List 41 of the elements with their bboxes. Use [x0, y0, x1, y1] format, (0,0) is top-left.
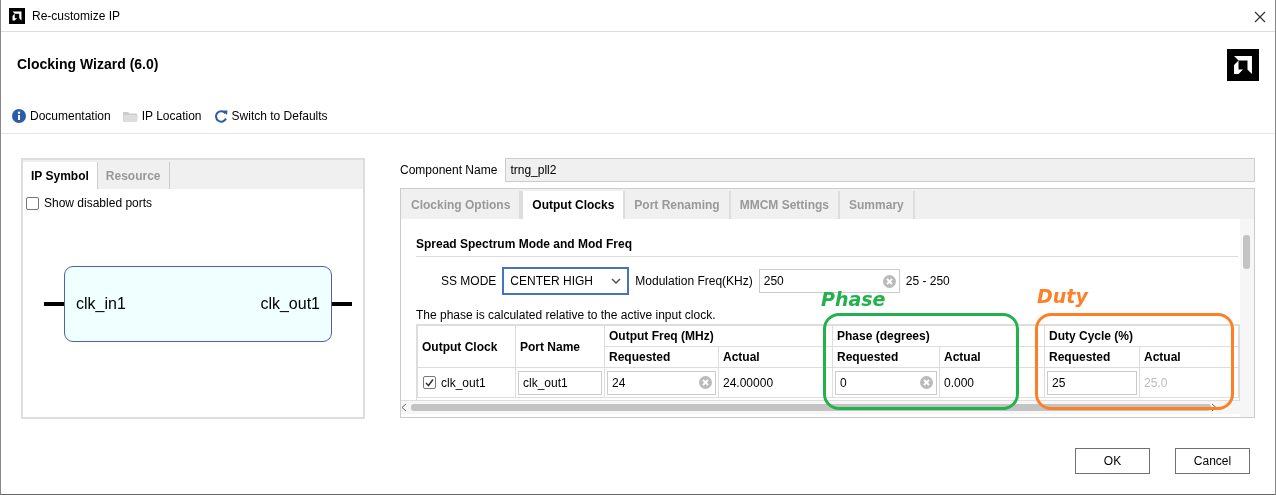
- range-label: 25 - 250: [905, 273, 950, 290]
- port-label: clk_in1: [76, 294, 126, 314]
- tab[interactable]: Output Clocks: [521, 191, 626, 219]
- port-label: clk_out1: [260, 294, 320, 314]
- annotation-label: Duty: [1037, 287, 1088, 306]
- table-cell: 24.00000: [723, 375, 774, 390]
- section-title: Spread Spectrum Mode and Mod Freq: [416, 235, 1238, 257]
- input-field[interactable]: 25: [1047, 370, 1137, 395]
- table-cell-text: clk_out1: [441, 374, 486, 392]
- column-header: Requested: [832, 346, 940, 368]
- tab[interactable]: IP Symbol: [23, 162, 98, 189]
- column-header: Actual: [718, 346, 833, 368]
- field-label: Component Name: [400, 162, 498, 179]
- dialog-button[interactable]: OK: [1075, 448, 1150, 474]
- table-cell: 25.0: [1144, 375, 1168, 390]
- input-field[interactable]: 0: [835, 370, 937, 395]
- toolbar-link[interactable]: Switch to Defaults: [213, 107, 328, 125]
- column-header: Requested: [604, 346, 719, 368]
- column-header: Port Name: [515, 325, 605, 368]
- input-field[interactable]: 24: [607, 370, 716, 395]
- input-field[interactable]: clk_out1: [518, 370, 602, 395]
- info-text: The phase is calculated relative to the active input clock.: [416, 307, 717, 324]
- column-header: Output Clock: [417, 325, 516, 368]
- mode-dropdown[interactable]: CENTER HIGH: [502, 267, 630, 295]
- toolbar-link[interactable]: Documentation: [12, 107, 111, 125]
- window-title: Re-customize IP: [32, 7, 121, 25]
- name-field[interactable]: trng_pll2: [505, 158, 1255, 182]
- column-header: Duty Cycle (%): [1044, 325, 1239, 347]
- column-header: Phase (degrees): [832, 325, 1045, 347]
- column-header: Output Freq (MHz): [604, 325, 833, 347]
- dialog-button[interactable]: Cancel: [1175, 448, 1250, 474]
- checkbox-label: Show disabled ports: [44, 195, 153, 212]
- field-label: Modulation Freq(KHz): [635, 273, 753, 290]
- toolbar-link[interactable]: IP Location: [122, 107, 202, 125]
- dialog-title: Clocking Wizard (6.0): [17, 56, 159, 73]
- annotation-label: Phase: [821, 290, 886, 309]
- field-label: SS MODE: [441, 273, 497, 290]
- column-header: Actual: [939, 346, 1045, 368]
- table-cell: 0.000: [944, 375, 975, 390]
- column-header: Requested: [1044, 346, 1140, 368]
- column-header: Actual: [1139, 346, 1239, 368]
